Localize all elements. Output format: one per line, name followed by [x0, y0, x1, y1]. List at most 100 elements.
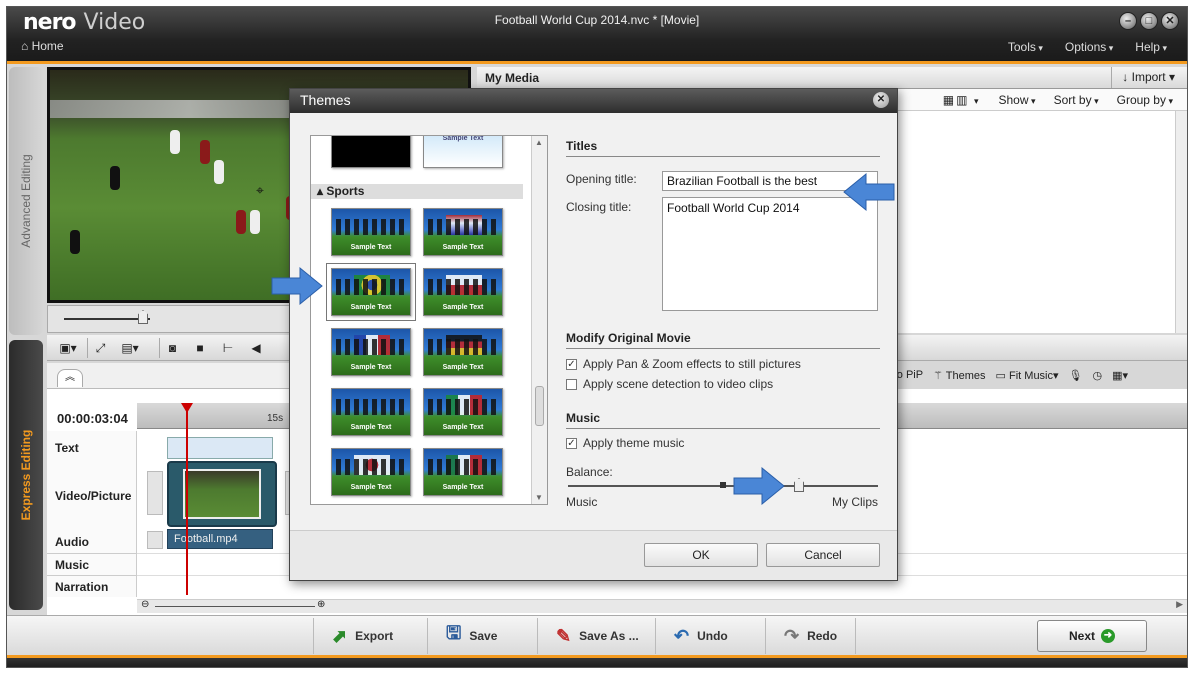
- theme-thumbnail[interactable]: Sample Text: [423, 388, 503, 436]
- crosshair-icon: ⌖: [256, 182, 264, 198]
- dialog-title: Themes ✕: [290, 89, 897, 113]
- redo-button[interactable]: ↷ Redo: [765, 618, 857, 654]
- theme-thumbnail[interactable]: Sample Text: [423, 268, 503, 316]
- themes-button[interactable]: ⚚ Themes: [933, 369, 985, 382]
- theme-thumbnail[interactable]: Sample Text: [331, 328, 411, 376]
- balance-center-mark: [720, 482, 726, 488]
- opening-title-label: Opening title:: [566, 172, 637, 186]
- export-icon: ⬈: [332, 625, 348, 646]
- modify-movie-group: Modify Original Movie: [566, 331, 880, 349]
- mark-in-icon[interactable]: ⊢: [215, 338, 241, 358]
- media-scrollbar[interactable]: [1175, 111, 1187, 333]
- home-nav[interactable]: ⌂ Home: [21, 39, 64, 53]
- save-as-button[interactable]: ✎ Save As ...: [537, 618, 657, 654]
- audio-slot[interactable]: [147, 531, 163, 549]
- save-button[interactable]: 🖫 Save: [427, 618, 515, 654]
- annotation-arrow-icon: [733, 466, 785, 506]
- home-icon: ⌂: [21, 39, 29, 53]
- theme-thumbnail[interactable]: Sample Text: [331, 388, 411, 436]
- next-arrow-icon: ➜: [1101, 629, 1115, 643]
- audio-clip[interactable]: Football.mp4: [167, 529, 273, 549]
- scrubber-handle[interactable]: [138, 310, 148, 324]
- timer-icon[interactable]: ◷: [1093, 369, 1103, 382]
- theme-thumbnail[interactable]: Sample Text: [423, 208, 503, 256]
- scroll-up-icon[interactable]: ▲: [535, 138, 543, 147]
- pan-zoom-checkbox[interactable]: ✓ Apply Pan & Zoom effects to still pictu…: [566, 357, 801, 371]
- theme-thumbnail[interactable]: Sample Text: [423, 328, 503, 376]
- track-narration: Narration: [47, 575, 137, 597]
- zoom-out-icon[interactable]: ⊖: [141, 599, 149, 610]
- theme-music-checkbox[interactable]: ✓ Apply theme music: [566, 436, 684, 450]
- text-clip[interactable]: [167, 437, 273, 459]
- import-button[interactable]: ↓ Import ▾: [1111, 67, 1185, 88]
- settings-icon[interactable]: ▦▾: [1112, 369, 1128, 382]
- show-menu[interactable]: Show: [999, 93, 1036, 107]
- sort-by-menu[interactable]: Sort by: [1054, 93, 1099, 107]
- theme-thumbnail[interactable]: Sample Text: [331, 448, 411, 496]
- fit-music-button[interactable]: ▭ Fit Music▾: [996, 369, 1059, 382]
- close-button[interactable]: ✕: [1161, 12, 1179, 30]
- layout-icon[interactable]: ▤▾: [117, 338, 143, 358]
- stop-icon[interactable]: ■: [187, 338, 213, 358]
- collapse-icon[interactable]: ︽: [57, 369, 83, 387]
- transition-slot[interactable]: [147, 471, 163, 515]
- crop-icon[interactable]: ⤢: [87, 338, 113, 358]
- timeline-tools: ero PiP ⚚ Themes ▭ Fit Music▾ 🎙 ◷ ▦▾: [887, 362, 1187, 388]
- video-clip[interactable]: [167, 461, 277, 527]
- theme-thumbnail-selected[interactable]: Sample Text: [326, 263, 416, 321]
- undo-icon: ↶: [674, 625, 690, 646]
- scene-detection-checkbox[interactable]: Apply scene detection to video clips: [566, 377, 773, 391]
- maximize-button[interactable]: □: [1140, 12, 1158, 30]
- balance-left-label: Music: [566, 495, 598, 509]
- save-icon: 🖫: [446, 623, 462, 643]
- theme-thumbnail[interactable]: Sample Text: [423, 136, 503, 168]
- track-audio: Audio: [47, 531, 137, 553]
- redo-icon: ↷: [784, 625, 800, 646]
- balance-label: Balance:: [566, 465, 613, 479]
- bottom-bar: ⬈ Export 🖫 Save ✎ Save As ... ↶ Undo ↷ Redo N…: [7, 615, 1187, 655]
- gallery-scrollbar[interactable]: ▲ ▼: [531, 136, 547, 504]
- track-video: Video/Picture: [47, 463, 137, 531]
- checkbox-checked-icon: ✓: [566, 358, 577, 370]
- track-music: Music: [47, 553, 137, 575]
- monitor-icon[interactable]: ▣▾: [55, 338, 81, 358]
- next-button[interactable]: Next ➜: [1037, 620, 1147, 652]
- theme-gallery: Sample Text ▴ Sports Sample Text Sample …: [310, 135, 548, 505]
- export-button[interactable]: ⬈ Export: [313, 618, 411, 654]
- menu-tools[interactable]: Tools: [1008, 40, 1043, 54]
- tab-express-editing[interactable]: Express Editing: [9, 340, 43, 610]
- checkbox-checked-icon: ✓: [566, 437, 577, 449]
- microphone-icon[interactable]: 🎙: [1069, 369, 1083, 382]
- view-mode-icon[interactable]: ▦▥: [943, 93, 981, 107]
- annotation-arrow-icon: [271, 266, 323, 306]
- closing-title-field[interactable]: Football World Cup 2014: [662, 197, 878, 311]
- balance-right-label: My Clips: [831, 495, 878, 509]
- cancel-button[interactable]: Cancel: [766, 543, 880, 567]
- playhead[interactable]: [181, 403, 193, 595]
- theme-thumbnail[interactable]: Sample Text: [423, 448, 503, 496]
- category-sports[interactable]: ▴ Sports: [311, 184, 523, 199]
- scroll-down-icon[interactable]: ▼: [535, 493, 543, 502]
- titles-group: Titles: [566, 139, 880, 157]
- camera-icon[interactable]: ◙: [159, 338, 185, 358]
- tab-advanced-editing[interactable]: Advanced Editing: [9, 67, 43, 335]
- timeline-scrollbar[interactable]: ⊖ ⊕ ▶: [137, 599, 1187, 613]
- ruler-tick: 15s: [267, 413, 284, 424]
- menu-help[interactable]: Help: [1135, 40, 1167, 54]
- step-back-icon[interactable]: ◀: [243, 338, 269, 358]
- themes-dialog: Themes ✕ Sample Text ▴ Sports Sample Tex…: [289, 88, 898, 581]
- minimize-button[interactable]: –: [1119, 12, 1137, 30]
- closing-title-label: Closing title:: [566, 200, 632, 214]
- ok-button[interactable]: OK: [644, 543, 758, 567]
- undo-button[interactable]: ↶ Undo: [655, 618, 746, 654]
- track-text: Text: [47, 431, 137, 463]
- group-by-menu[interactable]: Group by: [1117, 93, 1173, 107]
- dialog-close-icon[interactable]: ✕: [873, 92, 889, 108]
- menu-options[interactable]: Options: [1065, 40, 1113, 54]
- scroll-right-icon[interactable]: ▶: [1176, 599, 1183, 610]
- zoom-in-icon[interactable]: ⊕: [317, 599, 325, 610]
- title-bar: nero Video Football World Cup 2014.nvc * …: [7, 7, 1187, 64]
- balance-slider-handle[interactable]: [794, 478, 804, 492]
- theme-thumbnail[interactable]: Sample Text: [331, 208, 411, 256]
- theme-thumbnail[interactable]: [331, 136, 411, 168]
